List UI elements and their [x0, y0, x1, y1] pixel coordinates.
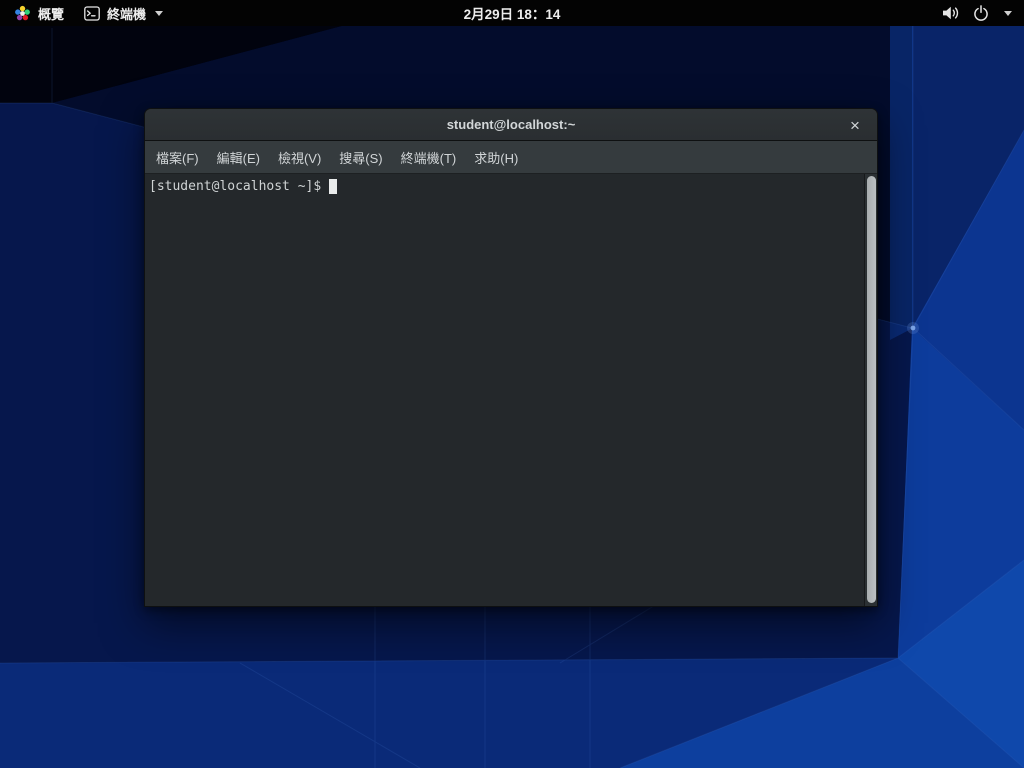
menu-view[interactable]: 檢視(V): [269, 141, 330, 173]
shell-prompt: [student@localhost ~]$: [149, 179, 321, 194]
top-bar: 概覽 終端機 2月29日 18：14: [0, 0, 1024, 26]
menu-terminal[interactable]: 終端機(T): [392, 141, 466, 173]
scrollbar-thumb[interactable]: [867, 176, 876, 603]
scrollbar[interactable]: [864, 174, 877, 606]
app-menu-terminal[interactable]: 終端機: [74, 0, 173, 26]
chevron-down-icon: [155, 11, 163, 16]
menu-file[interactable]: 檔案(F): [147, 141, 208, 173]
menu-bar: 檔案(F) 編輯(E) 檢視(V) 搜尋(S) 終端機(T) 求助(H): [145, 141, 877, 174]
chevron-down-icon: [1004, 11, 1012, 16]
overview-label: 概覽: [38, 4, 64, 23]
overview-button[interactable]: 概覽: [0, 0, 74, 26]
menu-search[interactable]: 搜尋(S): [330, 141, 391, 173]
desktop: 概覽 終端機 2月29日 18：14: [0, 0, 1024, 768]
window-titlebar[interactable]: student@localhost:~ ×: [145, 109, 877, 141]
terminal-content[interactable]: [student@localhost ~]$: [145, 174, 877, 606]
terminal-icon: [84, 6, 100, 21]
power-icon[interactable]: [973, 5, 989, 21]
applications-pinwheel-icon: [14, 5, 31, 22]
menu-help[interactable]: 求助(H): [465, 141, 527, 173]
app-menu-label: 終端機: [107, 4, 146, 23]
volume-icon[interactable]: [942, 5, 960, 21]
close-button[interactable]: ×: [841, 109, 869, 141]
close-icon: ×: [850, 117, 860, 134]
window-title: student@localhost:~: [447, 117, 576, 132]
terminal-line: [student@localhost ~]$: [145, 174, 877, 194]
terminal-window: student@localhost:~ × 檔案(F) 編輯(E) 檢視(V) …: [144, 108, 878, 607]
text-cursor: [329, 179, 337, 194]
menu-edit[interactable]: 編輯(E): [208, 141, 269, 173]
